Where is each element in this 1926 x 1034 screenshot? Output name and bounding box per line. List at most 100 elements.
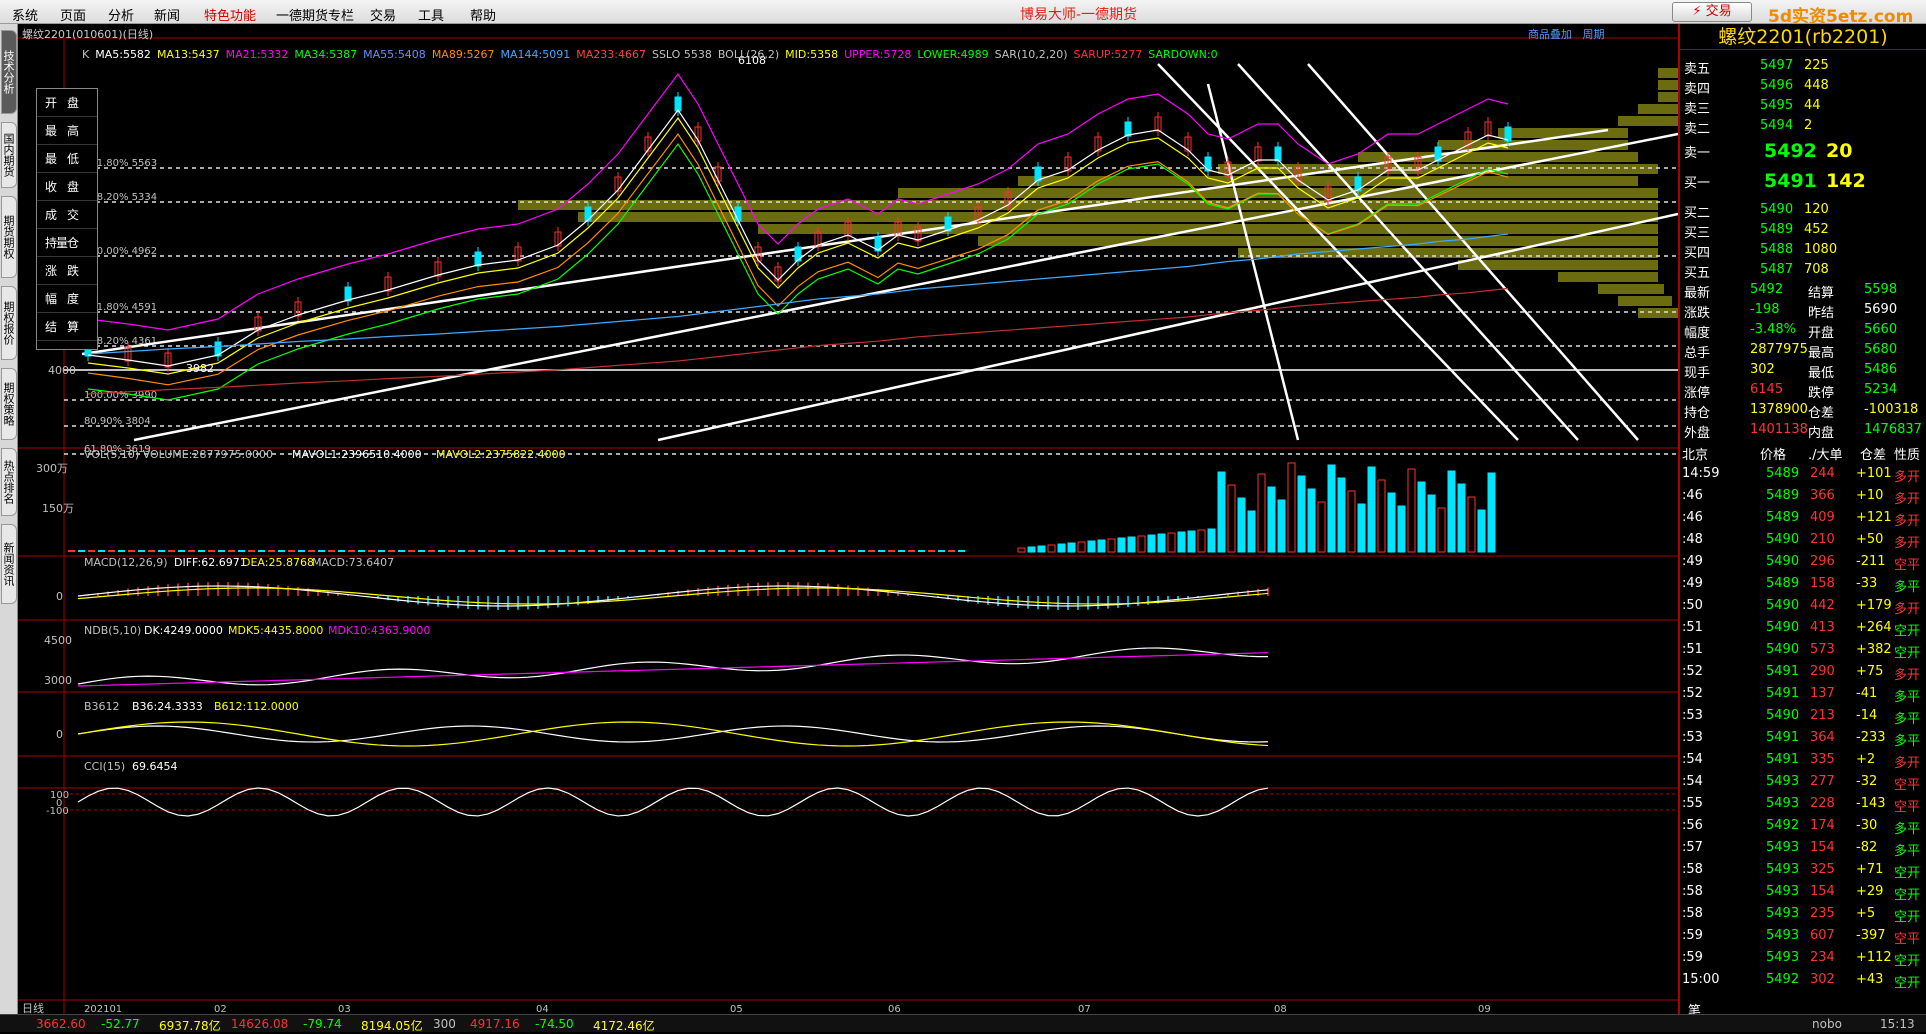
ohlc-label: 持仓	[37, 229, 97, 257]
sidebar-tab[interactable]: 期货期权	[1, 196, 17, 278]
volume-bar	[468, 550, 475, 552]
candle-body	[674, 96, 682, 112]
menu-item[interactable]: 页面	[60, 5, 86, 24]
sidebar-tab[interactable]: 国内期货	[1, 122, 17, 188]
menu-item[interactable]: 系统	[12, 5, 38, 24]
volume-bar	[848, 550, 855, 552]
volume-bar	[958, 550, 965, 552]
tick-time: :53	[1682, 708, 1703, 723]
indicator-value: SAR(10,2,20)	[994, 48, 1068, 61]
volume-bar	[768, 550, 775, 552]
tick-row: :54 5493 277 -32 空平	[1680, 772, 1926, 793]
trend-line	[133, 132, 1678, 442]
quote-title: 螺纹2201(rb2201)	[1680, 24, 1926, 50]
stat-row: 最新 5492 结算 5598	[1680, 280, 1926, 301]
macd-diff: DIFF:62.6971	[174, 556, 247, 569]
ask-volume: 225	[1804, 58, 1829, 73]
volume-bar	[1067, 542, 1076, 553]
index-quote: -79.74	[303, 1017, 342, 1031]
menu-item[interactable]: 工具	[418, 5, 444, 24]
tick-volume: 607	[1810, 928, 1835, 943]
tick-nature: 空平	[1894, 558, 1921, 573]
sidebar-tab[interactable]: 技术分析	[1, 30, 17, 114]
stat-value: -100318	[1864, 402, 1919, 417]
b36-line	[77, 725, 1269, 743]
sidebar-tab[interactable]: 期权策略	[1, 368, 17, 440]
volume-bar	[1427, 494, 1436, 553]
menu-item[interactable]: 一德期货专栏	[276, 5, 354, 24]
indicator-value: MA144:5091	[500, 48, 571, 61]
index-quote: 8194.05亿	[361, 1019, 423, 1033]
sidebar-tab[interactable]: 新闻资讯	[1, 524, 17, 604]
tick-oi-change: +50	[1856, 532, 1884, 547]
ohlc-panel: 开盘 最高 最低 收盘 成交量 持仓 涨跌 幅度 结算	[36, 88, 98, 350]
volume-bar	[688, 550, 695, 552]
volume-bar	[1267, 486, 1276, 553]
volume-bar	[668, 550, 675, 552]
chart-title: 螺纹2201(010601)(日线)	[22, 28, 154, 41]
kline-chart[interactable]: 261.80% 5563238.20% 5334200.00% 4962161.…	[18, 24, 1678, 1014]
tick-oi-change: +29	[1856, 884, 1884, 899]
volume-bar	[478, 550, 485, 552]
bid-row: 买四 5488 1080	[1680, 240, 1926, 261]
indicator-value: LOWER:4989	[917, 48, 989, 61]
volume-bar	[278, 550, 285, 552]
tick-row: :58 5493 325 +71 空开	[1680, 860, 1926, 881]
menu-item[interactable]: 新闻	[154, 5, 180, 24]
volume-bar	[208, 550, 215, 552]
ohlc-label: 结算	[37, 313, 97, 341]
volume-bar	[138, 550, 145, 552]
ohlc-label: 最低	[37, 145, 97, 173]
volume-bar	[198, 550, 205, 552]
volume-bar	[658, 550, 665, 552]
tick-nature: 多开	[1894, 470, 1921, 485]
stat-label: 最低	[1808, 366, 1835, 381]
tick-time: :49	[1682, 554, 1703, 569]
tick-row: :54 5491 335 +2 多开	[1680, 750, 1926, 771]
menu-item[interactable]: 帮助	[470, 5, 496, 24]
volume-bar	[898, 550, 905, 552]
volume-bar	[648, 550, 655, 552]
volume-bar	[798, 550, 805, 552]
volume-bar	[148, 550, 155, 552]
tick-nature: 多开	[1894, 514, 1921, 529]
menu-item[interactable]: 交易	[370, 5, 396, 24]
volume-bar	[728, 550, 735, 552]
menu-item[interactable]: 分析	[108, 5, 134, 24]
bid-label: 买三	[1684, 226, 1711, 241]
chart-area[interactable]: 261.80% 5563 238.20% 5334 200.00% 4962 161.…	[18, 24, 1678, 1014]
volume-bar	[718, 550, 725, 552]
tick-row: :58 5493 154 +29 空开	[1680, 882, 1926, 903]
volume-bar	[1087, 540, 1096, 553]
volume-bar	[218, 550, 225, 552]
tick-time: :53	[1682, 730, 1703, 745]
menu-item[interactable]: 特色功能	[204, 5, 256, 24]
tick-volume: 366	[1810, 488, 1835, 503]
tick-oi-change: +121	[1856, 510, 1892, 525]
bid1-volume: 142	[1826, 170, 1866, 192]
tick-oi-change: -41	[1856, 686, 1878, 701]
overlay-button[interactable]: 商品叠加	[1528, 28, 1572, 41]
tick-price: 5490	[1766, 554, 1800, 569]
stat-row: 涨停 6145 跌停 5234	[1680, 380, 1926, 401]
volume-bar	[558, 550, 565, 552]
sidebar-tab[interactable]: 热点排名	[1, 448, 17, 516]
volume-bar	[488, 550, 495, 552]
stat-label: 内盘	[1808, 426, 1835, 441]
index-quote: 4917.16	[470, 1017, 520, 1031]
indicator-value: SSLO 5538	[651, 48, 712, 61]
stat-label: 总手	[1684, 346, 1711, 361]
tick-volume: 573	[1810, 642, 1835, 657]
volume-profile-bar	[1658, 92, 1678, 102]
tick-nature: 多开	[1894, 668, 1921, 683]
tick-price: 5490	[1766, 708, 1800, 723]
period-button[interactable]: 周期	[1583, 28, 1605, 41]
trade-button[interactable]: ⚡ 交易	[1672, 2, 1752, 22]
volume-bar	[1477, 509, 1486, 553]
volume-bar	[268, 550, 275, 552]
sidebar-tab[interactable]: 期权报价	[1, 286, 17, 360]
volume-profile-bar	[1558, 272, 1658, 282]
indicator-value: MA55:5408	[363, 48, 426, 61]
index-quote: 300	[433, 1017, 456, 1031]
volume-bar	[828, 550, 835, 552]
